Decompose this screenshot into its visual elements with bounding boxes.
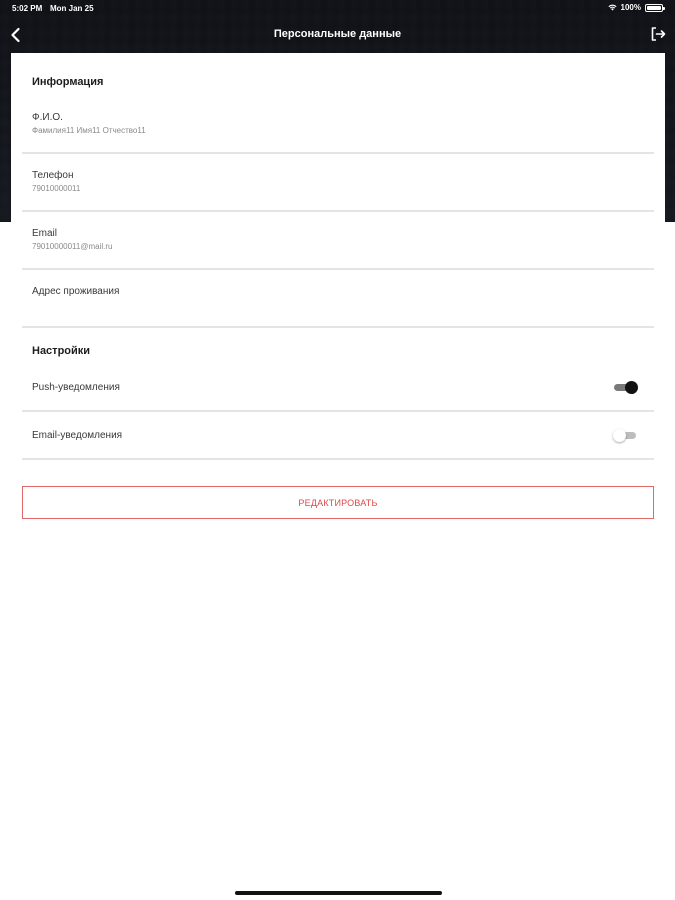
setting-label: Email-уведомления (32, 430, 123, 441)
status-date: Mon Jan 25 (50, 4, 94, 13)
info-section-title: Информация (32, 76, 104, 88)
field-label: Адрес проживания (32, 286, 120, 297)
status-time: 5:02 PM (12, 4, 43, 13)
battery-percent: 100% (620, 3, 641, 12)
field-address: Адрес проживания (22, 270, 654, 328)
field-value: 79010000011 (32, 184, 81, 193)
edit-button[interactable]: РЕДАКТИРОВАТЬ (22, 486, 654, 519)
home-indicator (235, 891, 442, 895)
field-value: Фамилия11 Имя11 Отчество11 (32, 126, 146, 135)
field-label: Телефон (32, 170, 74, 181)
field-label: Email (32, 228, 58, 239)
page-title: Персональные данные (273, 28, 402, 40)
email-notifications-toggle[interactable] (613, 429, 638, 442)
logout-icon[interactable] (649, 25, 667, 43)
field-phone: Телефон 79010000011 (22, 154, 654, 212)
setting-label: Push-уведомления (32, 382, 120, 393)
status-indicators: 100% (607, 3, 665, 12)
wifi-icon (607, 4, 617, 11)
profile-card: Информация Ф.И.О. Фамилия11 Имя11 Отчест… (11, 53, 665, 528)
status-bar: 5:02 PM Mon Jan 25 100% (0, 0, 675, 16)
settings-section-title: Настройки (32, 345, 91, 357)
field-value: 79010000011@mail.ru (32, 242, 113, 251)
setting-push-notifications: Push-уведомления (22, 364, 654, 412)
page: 5:02 PM Mon Jan 25 100% Персональные дан… (0, 0, 675, 900)
setting-email-notifications: Email-уведомления (22, 412, 654, 460)
toggle-knob (625, 381, 638, 394)
field-label: Ф.И.О. (32, 112, 63, 123)
battery-icon (645, 3, 665, 12)
toggle-knob (613, 429, 626, 442)
push-notifications-toggle[interactable] (614, 381, 638, 394)
field-email: Email 79010000011@mail.ru (22, 212, 654, 270)
field-full-name: Ф.И.О. Фамилия11 Имя11 Отчество11 (22, 99, 654, 154)
